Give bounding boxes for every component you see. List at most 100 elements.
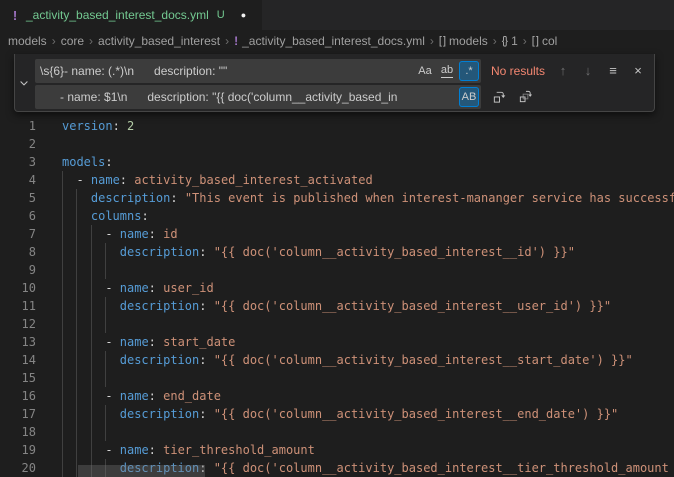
find-row: \s{6}- name: (.*)\n description: "" Aa a… (35, 58, 648, 83)
line-number: 13 (0, 333, 36, 351)
code-line[interactable]: 18 (0, 423, 674, 441)
code-line[interactable]: 2 (0, 135, 674, 153)
breadcrumb-item[interactable]: [ ]models (439, 34, 488, 48)
code-line[interactable]: 13- name: start_date (0, 333, 674, 351)
replace-row: - name: $1\n description: "{{ doc('colum… (35, 84, 648, 109)
find-nav-buttons: ↑ ↓ ≡ × (553, 61, 648, 81)
line-content (62, 423, 674, 441)
editor-tab[interactable]: ! _activity_based_interest_docs.yml U ● (0, 0, 262, 30)
breadcrumb-item[interactable]: [ ]col (532, 34, 558, 48)
breadcrumb-item[interactable]: !_activity_based_interest_docs.yml (234, 34, 425, 48)
indent-guide (62, 351, 76, 369)
line-number: 15 (0, 369, 36, 387)
line-content: columns: (62, 207, 674, 225)
indent-guide (105, 315, 119, 333)
indent-guide (76, 315, 90, 333)
indent-guide (62, 207, 76, 225)
line-content: - name: id (62, 225, 674, 243)
code-line[interactable]: 19- name: tier_threshold_amount (0, 441, 674, 459)
code-line[interactable]: 4- name: activity_based_interest_activat… (0, 171, 674, 189)
line-content: - name: end_date (62, 387, 674, 405)
replace-button[interactable] (489, 87, 509, 107)
code-line[interactable]: 16- name: end_date (0, 387, 674, 405)
breadcrumb-item[interactable]: core (61, 34, 84, 48)
match-case-toggle[interactable]: Aa (415, 61, 435, 81)
code-editor[interactable]: 1version: 223models:4- name: activity_ba… (0, 52, 674, 477)
line-content: description: "This event is published wh… (62, 189, 674, 207)
vscode-window: ! _activity_based_interest_docs.yml U ● … (0, 0, 674, 477)
toggle-replace-button[interactable] (15, 54, 33, 111)
replace-value-text: - name: $1\n description: "{{ doc('colum… (40, 90, 455, 104)
code-line[interactable]: 5 description: "This event is published w… (0, 189, 674, 207)
indent-guide (62, 243, 76, 261)
line-content (62, 369, 674, 387)
regex-toggle[interactable]: .* (459, 61, 479, 81)
breadcrumb-item[interactable]: activity_based_interest (98, 34, 220, 48)
find-replace-widget: \s{6}- name: (.*)\n description: "" Aa a… (14, 54, 655, 112)
indent-guide (76, 243, 90, 261)
breadcrumb-separator-icon: › (523, 34, 527, 48)
line-content: - name: tier_threshold_amount (62, 441, 674, 459)
previous-match-button[interactable]: ↑ (553, 61, 573, 81)
line-number: 9 (0, 261, 36, 279)
code-line[interactable]: 8description: "{{ doc('column__activity_… (0, 243, 674, 261)
breadcrumb-label: 1 (511, 34, 518, 48)
indent-guide (62, 333, 76, 351)
indent-guide (105, 243, 119, 261)
code-line[interactable]: 9 (0, 261, 674, 279)
whole-word-toggle[interactable]: ab (437, 61, 457, 81)
indent-guide (62, 441, 76, 459)
indent-guide (76, 387, 90, 405)
code-line[interactable]: 1version: 2 (0, 117, 674, 135)
preserve-case-toggle[interactable]: AB (459, 87, 479, 107)
array-symbol-icon: [ ] (439, 35, 445, 47)
breadcrumb-item[interactable]: {} 1 (502, 34, 518, 48)
indent-guide (62, 315, 76, 333)
indent-guide (91, 297, 105, 315)
line-number: 4 (0, 171, 36, 189)
modified-dot-icon[interactable]: ● (241, 10, 246, 20)
code-line[interactable]: 12 (0, 315, 674, 333)
line-number: 7 (0, 225, 36, 243)
code-line[interactable]: 11description: "{{ doc('column__activity… (0, 297, 674, 315)
horizontal-scrollbar-thumb[interactable] (78, 465, 205, 477)
code-line[interactable]: 7 - name: id (0, 225, 674, 243)
next-match-button[interactable]: ↓ (578, 61, 598, 81)
array-symbol-icon: [ ] (532, 35, 538, 47)
find-in-selection-button[interactable]: ≡ (603, 61, 623, 81)
replace-all-icon (518, 89, 533, 104)
find-status: No results (491, 64, 545, 78)
line-number: 3 (0, 153, 36, 171)
code-line[interactable]: 14description: "{{ doc('column__activity… (0, 351, 674, 369)
git-untracked-badge: U (217, 9, 225, 21)
find-input[interactable]: \s{6}- name: (.*)\n description: "" Aa a… (35, 59, 481, 83)
indent-guide (91, 279, 105, 297)
line-content: - name: user_id (62, 279, 674, 297)
line-content (62, 315, 674, 333)
object-symbol-icon: {} (502, 35, 507, 47)
line-number: 5 (0, 189, 36, 207)
code-line[interactable]: 17description: "{{ doc('column__activity… (0, 405, 674, 423)
line-content: description: "{{ doc('column__activity_b… (62, 351, 674, 369)
replace-input[interactable]: - name: $1\n description: "{{ doc('colum… (35, 85, 481, 109)
code-line[interactable]: 6 columns: (0, 207, 674, 225)
breadcrumb-label: _activity_based_interest_docs.yml (242, 34, 425, 48)
indent-guide (76, 333, 90, 351)
indent-guide (62, 405, 76, 423)
breadcrumb: models›core›activity_based_interest›!_ac… (0, 30, 674, 52)
indent-guide (62, 171, 76, 189)
code-line[interactable]: 3models: (0, 153, 674, 171)
line-number: 6 (0, 207, 36, 225)
replace-all-button[interactable] (515, 87, 535, 107)
breadcrumb-label: activity_based_interest (98, 34, 220, 48)
chevron-down-icon (18, 77, 30, 89)
breadcrumb-item[interactable]: models (8, 34, 47, 48)
indent-guide (91, 333, 105, 351)
code-line[interactable]: 15 (0, 369, 674, 387)
code-line[interactable]: 10- name: user_id (0, 279, 674, 297)
indent-guide (76, 405, 90, 423)
replace-options: AB (459, 87, 479, 107)
indent-guide (91, 387, 105, 405)
indent-guide (76, 297, 90, 315)
close-find-widget-button[interactable]: × (628, 61, 648, 81)
